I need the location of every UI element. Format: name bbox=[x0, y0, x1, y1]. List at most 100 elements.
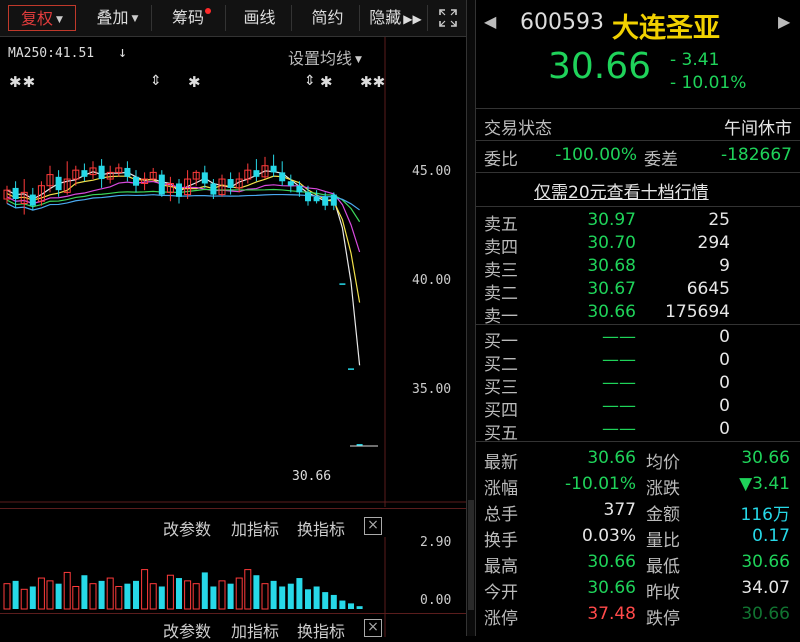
price-axis-label: 45.00 bbox=[412, 164, 452, 179]
chevron-down-icon: ▼ bbox=[131, 13, 139, 24]
buy-level-price[interactable]: —— bbox=[602, 373, 636, 393]
stat-value: 34.07 bbox=[741, 578, 790, 598]
stat-value: ▼3.41 bbox=[739, 474, 790, 494]
fullscreen-button[interactable] bbox=[432, 5, 464, 31]
fuquan-button[interactable]: 复权 ▼ bbox=[8, 5, 76, 31]
buy-level-volume: 0 bbox=[719, 350, 730, 370]
change-params-button[interactable]: 改参数 bbox=[163, 618, 211, 642]
buy-level-price[interactable]: —— bbox=[602, 396, 636, 416]
volume-bar bbox=[46, 580, 54, 610]
event-marker-icon[interactable]: ✱ bbox=[320, 73, 333, 91]
stat-value: 30.66 bbox=[741, 448, 790, 468]
buy-level-label: 买四 bbox=[484, 401, 518, 421]
next-stock-icon[interactable]: ▶ bbox=[778, 12, 790, 31]
panel-divider[interactable] bbox=[466, 0, 476, 636]
volume-bar bbox=[305, 589, 311, 609]
stat-value: 30.66 bbox=[587, 448, 636, 468]
event-marker-icon[interactable]: ✱✱ bbox=[360, 73, 385, 91]
candle-body bbox=[296, 185, 303, 193]
event-marker-icon[interactable]: ✱✱ bbox=[9, 73, 36, 91]
fullscreen-icon bbox=[439, 9, 457, 27]
diejia-button[interactable]: 叠加 ▼ bbox=[84, 5, 152, 31]
sell-level-price[interactable]: 30.70 bbox=[587, 233, 636, 253]
volume-bar bbox=[3, 583, 11, 610]
stat-value: 0.17 bbox=[752, 526, 790, 546]
sell-level-volume: 175694 bbox=[665, 302, 730, 322]
candle-body bbox=[210, 183, 217, 195]
buy-level-label: 买一 bbox=[484, 332, 518, 352]
candle-body bbox=[158, 174, 165, 195]
prev-stock-icon[interactable]: ◀ bbox=[484, 12, 496, 31]
volume-bar bbox=[166, 574, 174, 610]
notification-dot-icon bbox=[205, 8, 211, 14]
volume-bar bbox=[313, 586, 320, 609]
volume-bar bbox=[296, 578, 303, 609]
kline-svg bbox=[0, 37, 466, 507]
sell-level-price[interactable]: 30.67 bbox=[587, 279, 636, 299]
stat-value: 30.66 bbox=[587, 578, 636, 598]
volume-bar bbox=[37, 577, 45, 610]
stat-value: 0.03% bbox=[581, 526, 636, 546]
stat-label: 涨停 bbox=[484, 609, 518, 629]
kline-chart[interactable]: MA250:41.51 ↓ 设置均线 ▼ ✱✱ ⇕ ✱ ⇕ ✱ ✱✱ 45.00 … bbox=[0, 37, 466, 507]
buy-level-price[interactable]: —— bbox=[602, 350, 636, 370]
chouma-label: 筹码 bbox=[171, 8, 204, 27]
ma-settings-link[interactable]: 设置均线 ▼ bbox=[288, 45, 362, 69]
scrollbar-thumb[interactable] bbox=[468, 500, 474, 610]
volume-bar bbox=[29, 586, 36, 609]
stat-label: 金额 bbox=[646, 505, 680, 525]
volume-bar bbox=[176, 578, 182, 609]
buy-level-price[interactable]: —— bbox=[602, 419, 636, 439]
huaxian-button[interactable]: 画线 bbox=[228, 5, 292, 31]
stat-value: 30.66 bbox=[741, 604, 790, 624]
stat-label: 跌停 bbox=[646, 609, 680, 629]
yincang-button[interactable]: 隐藏 ▶▶ bbox=[364, 5, 428, 31]
volume-bar bbox=[124, 583, 131, 609]
event-marker-icon[interactable]: ⇕ bbox=[304, 73, 316, 89]
event-marker-icon[interactable]: ✱ bbox=[188, 73, 201, 91]
volume-bar bbox=[210, 586, 217, 609]
weicha-value: -182667 bbox=[720, 145, 792, 165]
sell-level-label: 卖二 bbox=[484, 284, 518, 304]
level2-promo-link[interactable]: 仅需20元查看十档行情 bbox=[534, 178, 709, 203]
stat-label: 涨幅 bbox=[484, 479, 518, 499]
weibi-label: 委比 bbox=[484, 150, 518, 170]
candle-body bbox=[81, 170, 88, 177]
sell-level-volume: 9 bbox=[719, 256, 730, 276]
volume-bar bbox=[218, 580, 226, 610]
buy-level-price[interactable]: —— bbox=[602, 327, 636, 347]
second-indicator-toolbar: 改参数 加指标 换指标 × bbox=[0, 613, 466, 641]
sell-level-price[interactable]: 30.66 bbox=[587, 302, 636, 322]
volume-bar bbox=[89, 583, 97, 610]
candle-body bbox=[339, 283, 346, 285]
jianyue-button[interactable]: 简约 bbox=[296, 5, 360, 31]
last-price-label: 30.66 bbox=[292, 469, 332, 484]
stat-label: 今开 bbox=[484, 583, 518, 603]
close-icon[interactable]: × bbox=[364, 619, 382, 637]
volume-bar bbox=[81, 575, 88, 609]
candle-body bbox=[356, 444, 363, 446]
add-indicator-button[interactable]: 加指标 bbox=[231, 618, 279, 642]
sell-level-price[interactable]: 30.68 bbox=[587, 256, 636, 276]
price-change: - 3.41 bbox=[670, 50, 720, 70]
candle-body bbox=[279, 172, 286, 182]
volume-bar bbox=[72, 585, 80, 610]
volume-bar bbox=[149, 583, 157, 610]
volume-panel[interactable]: 改参数 加指标 换指标 × 2.90 0.00 改参数 加指标 换指标 × bbox=[0, 508, 466, 641]
chouma-button[interactable]: 筹码 bbox=[158, 5, 226, 31]
volume-bar bbox=[253, 575, 260, 609]
volume-bar bbox=[20, 588, 28, 610]
sell-level-label: 卖三 bbox=[484, 261, 518, 281]
yincang-label: 隐藏 bbox=[369, 8, 402, 27]
volume-bar bbox=[348, 603, 354, 609]
stat-value: 116万 bbox=[740, 505, 790, 525]
stat-value: 30.66 bbox=[741, 552, 790, 572]
volume-bar bbox=[322, 592, 329, 609]
event-marker-icon[interactable]: ⇕ bbox=[150, 73, 162, 89]
volume-bar bbox=[158, 586, 165, 609]
close-icon[interactable]: × bbox=[364, 517, 382, 535]
switch-indicator-button[interactable]: 换指标 bbox=[297, 618, 345, 642]
volume-bar bbox=[339, 600, 346, 609]
sell-level-price[interactable]: 30.97 bbox=[587, 210, 636, 230]
stock-name: 大连圣亚 bbox=[612, 13, 720, 44]
